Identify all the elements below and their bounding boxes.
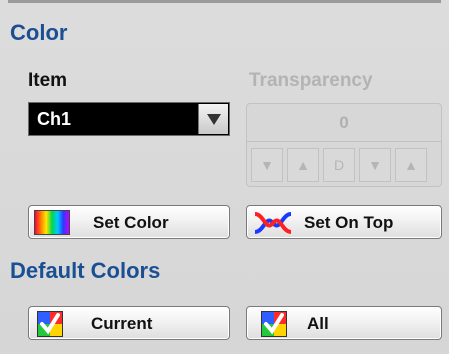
transparency-control: 0 ▼ ▲ D ▼ ▲ — [246, 103, 442, 187]
color-section-title: Color — [10, 20, 68, 45]
item-dropdown[interactable]: Ch1 — [28, 102, 230, 136]
rainbow-swatch-icon — [34, 210, 70, 235]
transparency-default-button[interactable]: D — [323, 148, 355, 182]
default-colors-title: Default Colors — [10, 258, 161, 283]
transparency-value: 0 — [247, 104, 441, 142]
transparency-label: Transparency — [249, 70, 373, 91]
set-color-label: Set Color — [93, 213, 169, 232]
top-divider — [8, 0, 441, 3]
transparency-fine-down-button[interactable]: ▼ — [359, 148, 391, 182]
chevron-down-icon[interactable] — [198, 104, 228, 134]
crossed-waves-icon — [254, 212, 292, 234]
set-on-top-button[interactable]: Set On Top — [246, 205, 442, 239]
set-color-button[interactable]: Set Color — [28, 205, 230, 239]
color-check-icon — [261, 311, 287, 337]
color-check-icon — [37, 311, 63, 337]
item-dropdown-value: Ch1 — [37, 109, 72, 129]
all-default-button[interactable]: All — [246, 306, 442, 340]
current-label: Current — [91, 314, 153, 333]
item-label: Item — [28, 70, 68, 91]
transparency-coarse-up-button[interactable]: ▲ — [287, 148, 319, 182]
transparency-coarse-down-button[interactable]: ▼ — [251, 148, 283, 182]
color-panel: Color Item Transparency Ch1 0 ▼ ▲ D ▼ ▲ … — [0, 0, 449, 354]
all-label: All — [307, 314, 329, 333]
transparency-fine-up-button[interactable]: ▲ — [395, 148, 427, 182]
set-on-top-label: Set On Top — [304, 213, 394, 232]
current-default-button[interactable]: Current — [28, 306, 230, 340]
